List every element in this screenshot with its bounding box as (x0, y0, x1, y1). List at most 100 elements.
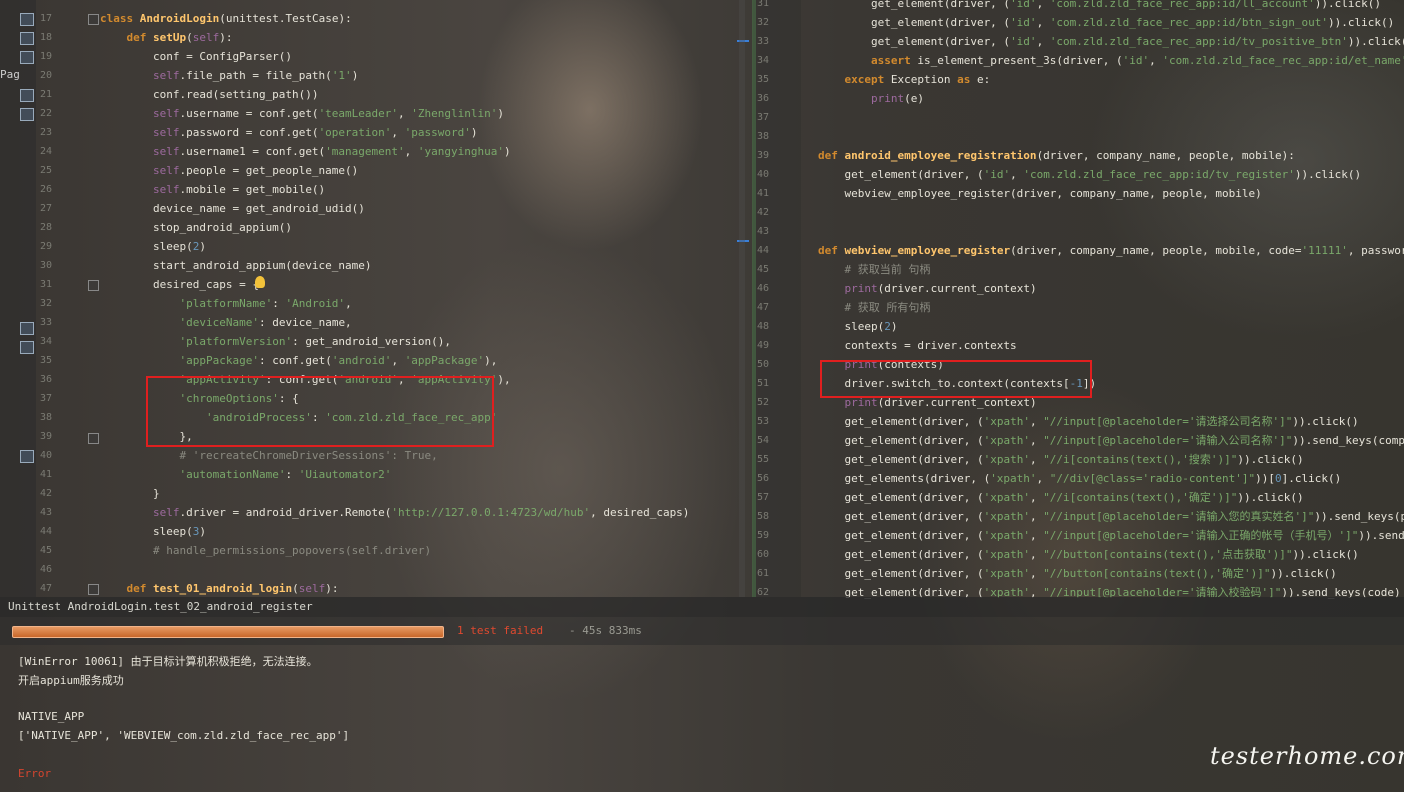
highlight-box-chrome-options (146, 376, 494, 447)
console-output[interactable]: [WinError 10061] 由于目标计算机积极拒绝，无法连接。 开启appi… (0, 645, 1404, 792)
folder-icon[interactable] (20, 450, 34, 463)
line-number: 59 (756, 530, 769, 541)
run-tab-bar: Unittest AndroidLogin.test_02_android_re… (0, 597, 1404, 617)
fold-marker-icon[interactable] (88, 280, 99, 291)
line-number: 43 (756, 226, 769, 237)
line-number: 40 (39, 450, 52, 461)
line-number: 38 (756, 131, 769, 142)
line-number: 40 (756, 169, 769, 180)
folder-icon[interactable] (20, 108, 34, 121)
code-text: def test_01_android_login(self): (126, 582, 339, 595)
line-number: 45 (39, 545, 52, 556)
code-text: # 获取当前 句柄 (844, 263, 931, 276)
line-number: 18 (39, 32, 52, 43)
code-text: device_name = get_android_udid() (100, 202, 365, 215)
console-line: NATIVE_APP (18, 710, 85, 723)
line-number: 56 (756, 473, 769, 484)
line-number: 37 (756, 112, 769, 123)
line-number: 41 (39, 469, 52, 480)
line-number: 51 (756, 378, 769, 389)
line-number: 58 (756, 511, 769, 522)
line-number: 38 (39, 412, 52, 423)
line-number: 39 (39, 431, 52, 442)
line-number: 25 (39, 165, 52, 176)
line-number: 36 (39, 374, 52, 385)
code-text: sleep(2) (818, 320, 898, 333)
test-duration: - 45s 833ms (569, 624, 642, 637)
code-text: self.people = get_people_name() (152, 164, 359, 177)
code-text: 'platformVersion': get_android_version()… (179, 335, 452, 348)
line-number: 23 (39, 127, 52, 138)
console-line: ['NATIVE_APP', 'WEBVIEW_com.zld.zld_face… (18, 729, 350, 742)
code-text: self.username1 = conf.get('management', … (152, 145, 511, 158)
code-text: 'platformName': 'Android', (179, 297, 352, 310)
line-number: 32 (39, 298, 52, 309)
line-number: 19 (39, 51, 52, 62)
code-text: # 'recreateChromeDriverSessions': True, (179, 449, 438, 462)
line-number: 42 (39, 488, 52, 499)
line-number: 50 (756, 359, 769, 370)
fold-marker-icon[interactable] (88, 584, 99, 595)
fold-marker-icon[interactable] (88, 14, 99, 25)
code-text: self.username = conf.get('teamLeader', '… (152, 107, 505, 120)
line-number: 17 (39, 13, 52, 24)
line-number: 29 (39, 241, 52, 252)
code-text: get_element(driver, ('xpath', "//i[conta… (818, 453, 1304, 466)
line-number: 42 (756, 207, 769, 218)
code-text: print(driver.current_context) (844, 282, 1037, 295)
code-text: # 获取 所有句柄 (844, 301, 931, 314)
code-text: get_element(driver, ('xpath', "//i[conta… (818, 491, 1304, 504)
line-number: 48 (756, 321, 769, 332)
line-number: 47 (39, 583, 52, 594)
code-text: get_element(driver, ('id', 'com.zld.zld_… (818, 16, 1395, 29)
left-scrollbar[interactable] (739, 0, 745, 597)
line-number: 33 (39, 317, 52, 328)
test-status-text: 1 test failed (457, 624, 544, 637)
lightbulb-icon[interactable] (255, 276, 265, 288)
line-number: 52 (756, 397, 769, 408)
folder-icon[interactable] (20, 89, 34, 102)
fold-marker-icon[interactable] (88, 433, 99, 444)
folder-icon[interactable] (20, 341, 34, 354)
code-text: print(e) (870, 92, 924, 105)
file-icon (20, 32, 34, 45)
code-text: stop_android_appium() (100, 221, 293, 234)
code-text: get_element(driver, ('xpath', "//input[@… (818, 415, 1359, 428)
code-text: def webview_employee_register(driver, co… (818, 244, 1404, 257)
run-tab-title[interactable]: Unittest AndroidLogin.test_02_android_re… (8, 600, 313, 613)
line-number: 30 (39, 260, 52, 271)
line-number: 32 (756, 17, 769, 28)
line-number: 27 (39, 203, 52, 214)
code-text: class AndroidLogin(unittest.TestCase): (100, 12, 352, 25)
line-number: 26 (39, 184, 52, 195)
right-code-editor[interactable]: 31 get_element(driver, ('id', 'com.zld.z… (757, 0, 1404, 599)
code-text: } (100, 487, 160, 500)
line-number: 55 (756, 454, 769, 465)
line-number: 24 (39, 146, 52, 157)
line-number: 49 (756, 340, 769, 351)
code-text: self.driver = android_driver.Remote('htt… (152, 506, 690, 519)
console-line: 开启appium服务成功 (18, 674, 124, 687)
left-code-editor[interactable]: 17 class AndroidLogin(unittest.TestCase):… (36, 0, 753, 597)
code-text: get_element(driver, ('xpath', "//input[@… (818, 434, 1404, 447)
line-number: 20 (39, 70, 52, 81)
code-text: get_element(driver, ('id', 'com.zld.zld_… (818, 168, 1362, 181)
line-number: 41 (756, 188, 769, 199)
line-number: 21 (39, 89, 52, 100)
code-text: sleep(3) (100, 525, 206, 538)
code-text: get_element(driver, ('xpath', "//button[… (818, 567, 1337, 580)
code-text: def android_employee_registration(driver… (818, 149, 1295, 162)
code-text: webview_employee_register(driver, compan… (818, 187, 1262, 200)
line-number: 60 (756, 549, 769, 560)
line-number: 57 (756, 492, 769, 503)
line-number: 22 (39, 108, 52, 119)
file-icon (20, 13, 34, 26)
run-status-bar: 1 test failed - 45s 833ms (0, 617, 1404, 645)
line-number: 34 (756, 55, 769, 66)
line-number: 46 (39, 564, 52, 575)
line-number: 28 (39, 222, 52, 233)
line-number: 35 (756, 74, 769, 85)
line-number: 53 (756, 416, 769, 427)
line-number: 39 (756, 150, 769, 161)
folder-icon[interactable] (20, 322, 34, 335)
